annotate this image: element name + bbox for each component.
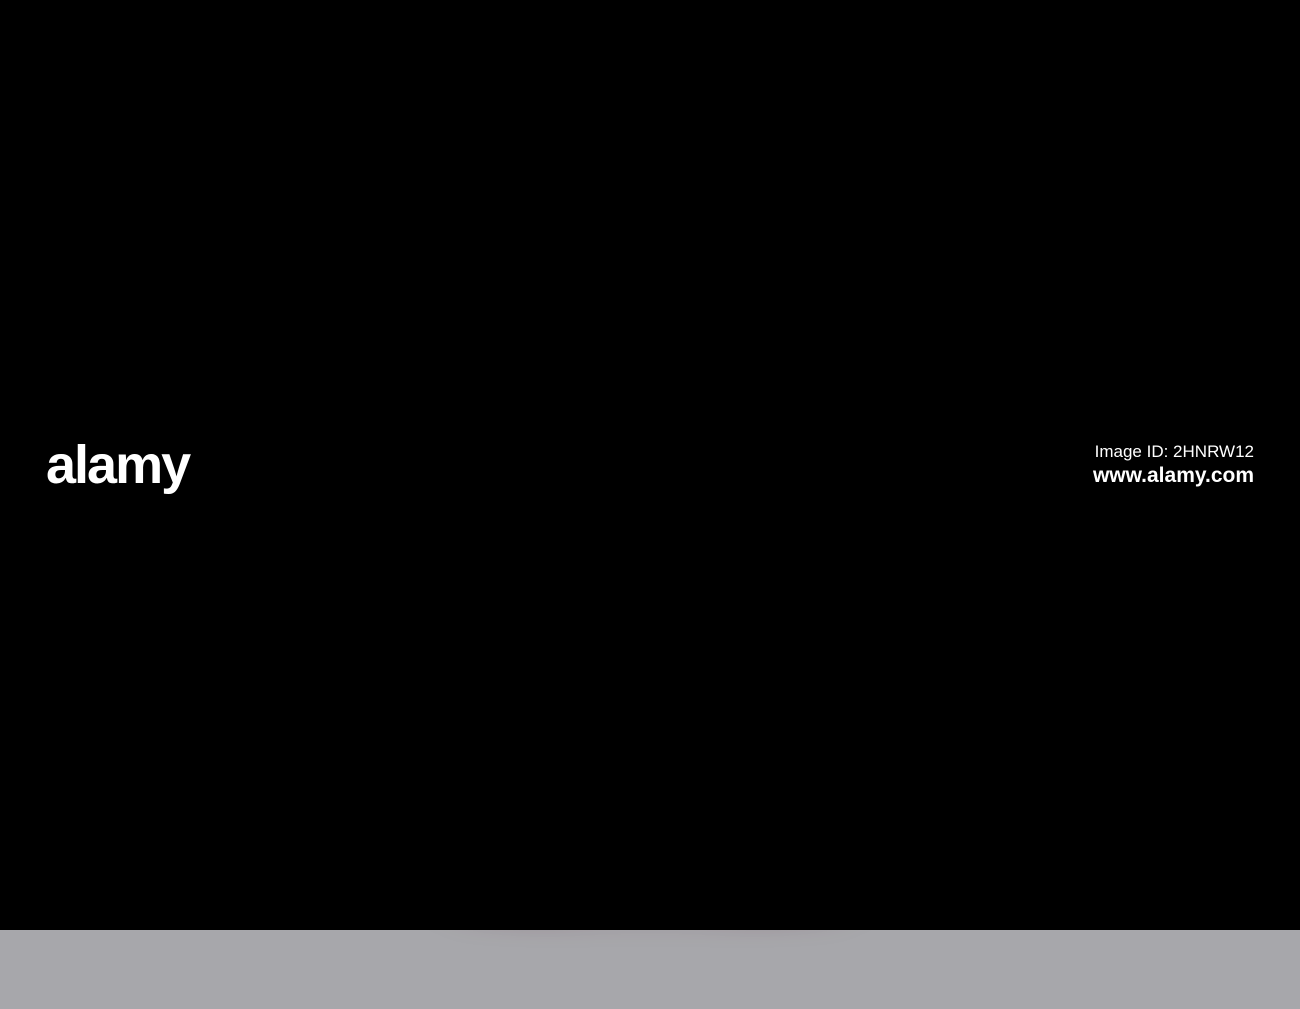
alamy-url-text: www.alamy.com	[1092, 463, 1254, 487]
alamy-footer-bar: alamy Image ID: 2HNRW12 www.alamy.com	[0, 0, 1300, 930]
image-meta: Image ID: 2HNRW12 www.alamy.com	[1093, 441, 1254, 489]
alamy-logo: alamy	[46, 435, 191, 495]
stock-photo-preview: aaaaaaaaaaaaaaaaaaaaaaaaaaaaalamyalamyal…	[0, 0, 1300, 1009]
image-id-text: Image ID: 2HNRW12	[1094, 442, 1254, 462]
